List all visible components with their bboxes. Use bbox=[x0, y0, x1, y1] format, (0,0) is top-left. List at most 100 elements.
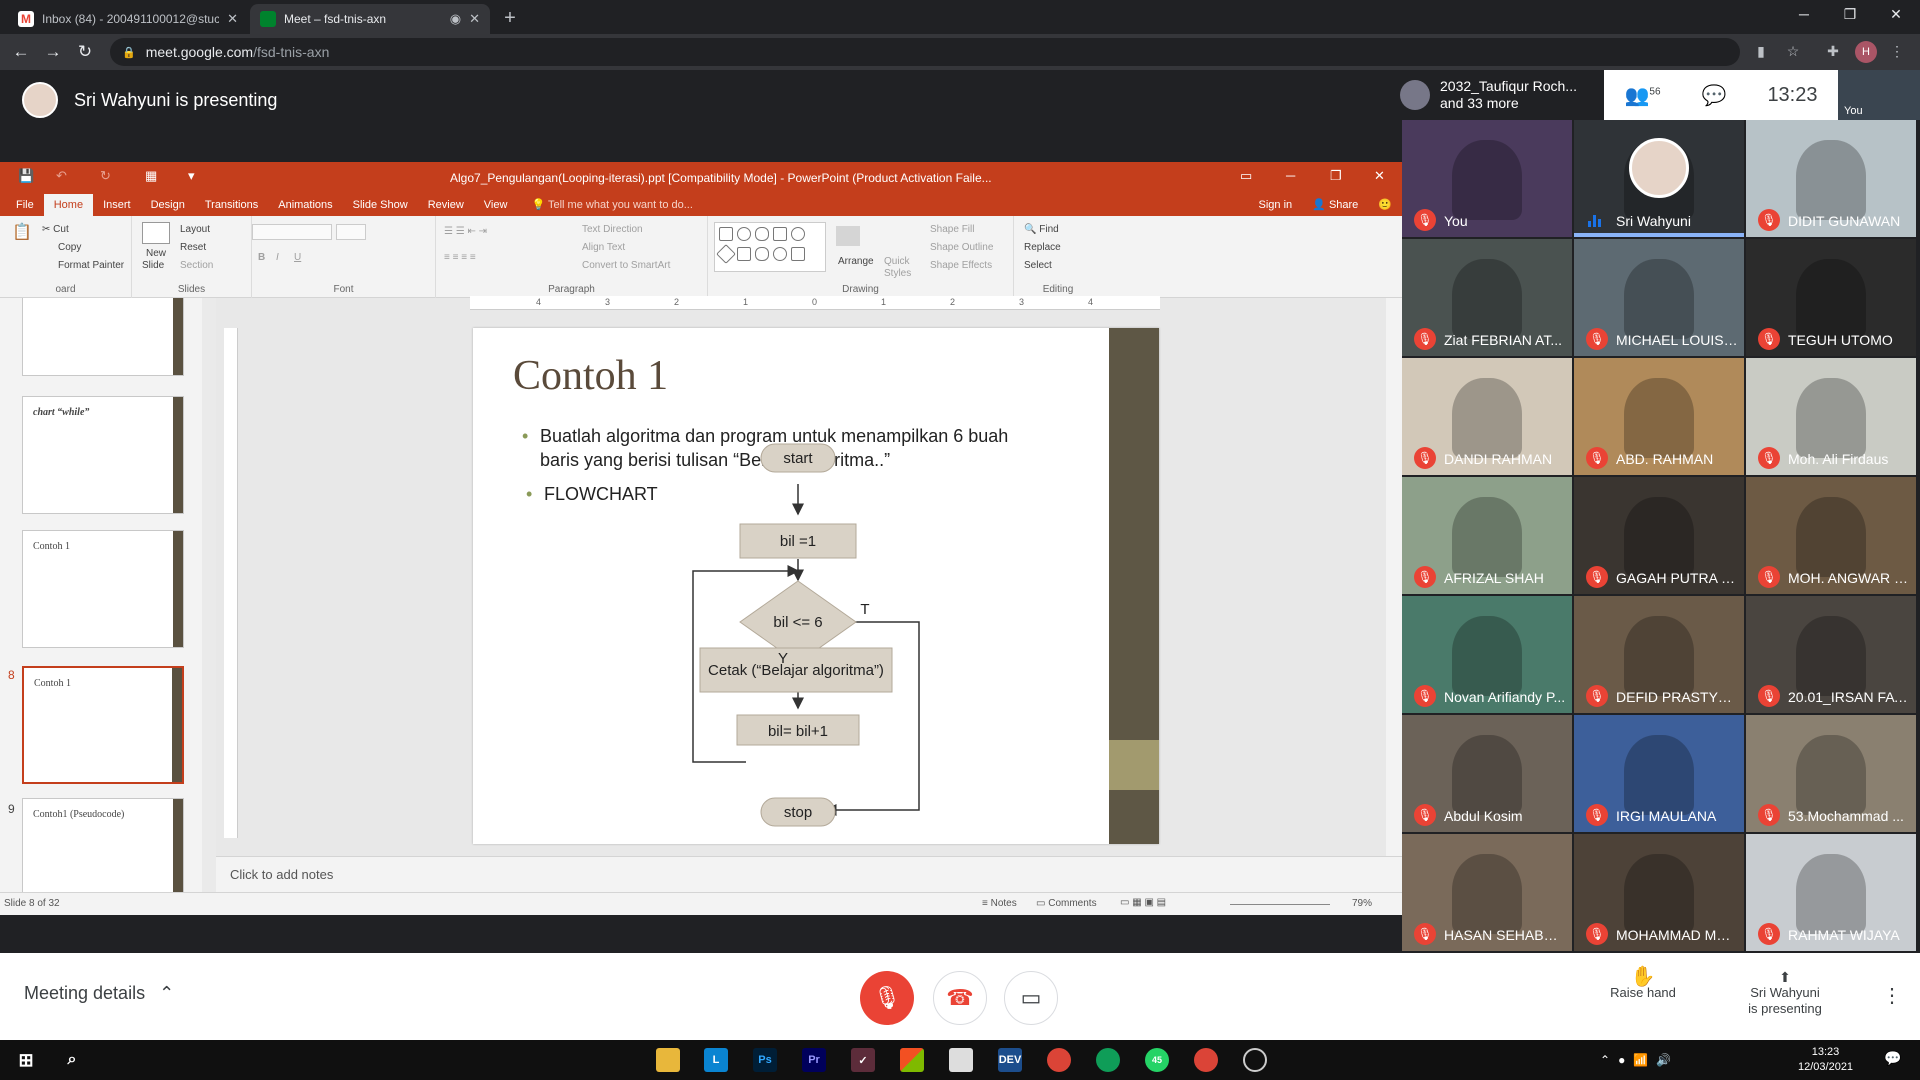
app-icon[interactable] bbox=[1243, 1048, 1267, 1072]
tab-design[interactable]: Design bbox=[141, 194, 195, 216]
participant-tile[interactable]: 🎙 RAHMAT WIJAYA bbox=[1746, 834, 1916, 951]
participant-tile[interactable]: 🎙 ABD. RAHMAN bbox=[1574, 358, 1744, 475]
maximize-button[interactable]: ❐ bbox=[1830, 6, 1870, 23]
slide-thumbnail-selected[interactable]: Contoh 1 bbox=[22, 666, 184, 784]
format-painter-button[interactable]: Format Painter bbox=[58, 260, 124, 271]
rounded-shape-icon[interactable] bbox=[755, 247, 769, 261]
slide-thumbnail[interactable]: Contoh1 (Pseudocode) bbox=[22, 798, 184, 892]
tab-meet[interactable]: Meet – fsd-tnis-axn ◉ ✕ bbox=[250, 4, 490, 34]
forward-icon[interactable]: → bbox=[42, 42, 64, 62]
slide-canvas[interactable]: Contoh 1 • Buatlah algoritma dan program… bbox=[473, 328, 1159, 844]
paste-icon[interactable]: 📋 bbox=[12, 222, 32, 242]
font-size-field[interactable] bbox=[336, 224, 366, 240]
participant-tile[interactable]: 🎙 53.Mochammad ... bbox=[1746, 715, 1916, 832]
search-icon[interactable]: ⌕ bbox=[60, 1048, 84, 1072]
leave-call-button[interactable]: ☎ bbox=[933, 971, 987, 1025]
tab-file[interactable]: File bbox=[6, 194, 44, 216]
ppt-restore-button[interactable]: ❐ bbox=[1330, 168, 1342, 184]
notification-icon[interactable]: 💬 bbox=[1884, 1050, 1901, 1067]
app-l-icon[interactable]: L bbox=[704, 1048, 728, 1072]
customize-icon[interactable]: ▾ bbox=[188, 168, 195, 184]
participant-tile[interactable]: 🎙 20.01_IRSAN FAT... bbox=[1746, 596, 1916, 713]
file-explorer-icon[interactable] bbox=[656, 1048, 680, 1072]
rect-shape-icon[interactable] bbox=[791, 247, 805, 261]
thumbnail-scrollbar[interactable] bbox=[202, 298, 216, 892]
people-button[interactable]: 👥56 bbox=[1625, 83, 1661, 108]
notes-pane[interactable]: Click to add notes bbox=[216, 856, 1402, 892]
participant-tile[interactable]: 🎙 MOH. ANGWAR R... bbox=[1746, 477, 1916, 594]
oval-shape-icon[interactable] bbox=[773, 247, 787, 261]
slide-thumbnail[interactable]: chart “while” bbox=[22, 396, 184, 514]
quick-styles-button[interactable]: Quick bbox=[884, 256, 910, 267]
raise-hand-button[interactable]: ✋ Raise hand bbox=[1598, 967, 1688, 1001]
self-preview[interactable]: You bbox=[1838, 70, 1920, 120]
chat-icon[interactable]: 💬 bbox=[1702, 83, 1727, 108]
photoshop-icon[interactable]: Ps bbox=[753, 1048, 777, 1072]
close-icon[interactable]: ✕ bbox=[469, 11, 480, 27]
slide-thumbnail[interactable]: Contoh 1 bbox=[22, 530, 184, 648]
participant-tile[interactable]: 🎙 Abdul Kosim bbox=[1402, 715, 1572, 832]
align-text-button[interactable]: Align Text bbox=[582, 242, 625, 253]
participant-tile[interactable]: 🎙 Novan Arifiandy P... bbox=[1402, 596, 1572, 713]
smiley-icon[interactable]: 🙂 bbox=[1368, 194, 1402, 216]
address-bar[interactable]: 🔒 meet.google.com/fsd-tnis-axn bbox=[110, 38, 1740, 66]
share-button[interactable]: 👤 Share bbox=[1302, 194, 1368, 216]
tell-me-box[interactable]: 💡 Tell me what you want to do... bbox=[517, 194, 692, 216]
chrome-icon[interactable] bbox=[1194, 1048, 1218, 1072]
app-icon[interactable]: ✓ bbox=[851, 1048, 875, 1072]
tab-transitions[interactable]: Transitions bbox=[195, 194, 268, 216]
participant-tile[interactable]: 🎙 You bbox=[1402, 120, 1572, 237]
shape-effects-button[interactable]: Shape Effects bbox=[930, 260, 992, 271]
select-button[interactable]: Select bbox=[1024, 260, 1052, 271]
participant-tile[interactable]: 🎙 MOHAMMAD MU... bbox=[1574, 834, 1744, 951]
wifi-icon[interactable]: 📶 bbox=[1633, 1053, 1648, 1067]
ppt-minimize-button[interactable]: ─ bbox=[1286, 168, 1295, 183]
replace-button[interactable]: Replace bbox=[1024, 242, 1061, 253]
participant-tile[interactable]: Sri Wahyuni bbox=[1574, 120, 1744, 237]
new-tab-button[interactable]: + bbox=[498, 7, 522, 30]
tab-home[interactable]: Home bbox=[43, 194, 94, 216]
ribbon-display-icon[interactable]: ▭ bbox=[1240, 168, 1252, 184]
close-window-button[interactable]: ✕ bbox=[1876, 6, 1916, 23]
new-slide-button[interactable]: New bbox=[146, 248, 166, 259]
tab-animations[interactable]: Animations bbox=[268, 194, 342, 216]
comments-toggle[interactable]: ▭ Comments bbox=[1036, 898, 1097, 909]
shapes-gallery[interactable] bbox=[714, 222, 826, 272]
participant-tile[interactable]: 🎙 MICHAEL LOUIS ... bbox=[1574, 239, 1744, 356]
participant-tile[interactable]: 🎙 GAGAH PUTRA P... bbox=[1574, 477, 1744, 594]
tray-icon[interactable]: ● bbox=[1618, 1053, 1625, 1067]
participant-tile[interactable]: 🎙 TEGUH UTOMO bbox=[1746, 239, 1916, 356]
store-icon[interactable] bbox=[900, 1048, 924, 1072]
view-buttons[interactable]: ▭ ▦ ▣ ▤ bbox=[1120, 897, 1166, 908]
menu-icon[interactable]: ⋮ bbox=[1886, 43, 1908, 60]
back-icon[interactable]: ← bbox=[10, 42, 32, 62]
whatsapp-icon[interactable]: 45 bbox=[1145, 1048, 1169, 1072]
cut-button[interactable]: ✂ Cut bbox=[42, 224, 69, 235]
participant-tile[interactable]: 🎙 DANDI RAHMAN bbox=[1402, 358, 1572, 475]
notes-toggle[interactable]: ≡ Notes bbox=[982, 898, 1017, 909]
rect-shape-icon[interactable] bbox=[737, 247, 751, 261]
star-icon[interactable]: ☆ bbox=[1782, 43, 1804, 60]
tab-insert[interactable]: Insert bbox=[93, 194, 141, 216]
tab-view[interactable]: View bbox=[474, 194, 518, 216]
participant-tile[interactable]: 🎙 AFRIZAL SHAH bbox=[1402, 477, 1572, 594]
reload-icon[interactable]: ↻ bbox=[74, 42, 96, 62]
chevron-up-icon[interactable]: ⌃ bbox=[1600, 1053, 1610, 1067]
rect-shape-icon[interactable] bbox=[719, 227, 733, 241]
tab-slide-show[interactable]: Slide Show bbox=[343, 194, 418, 216]
tab-review[interactable]: Review bbox=[418, 194, 474, 216]
participant-tile[interactable]: 🎙 DEFID PRASTYO ... bbox=[1574, 596, 1744, 713]
participant-tile[interactable]: 🎙 Moh. Ali Firdaus bbox=[1746, 358, 1916, 475]
present-icon[interactable]: ▦ bbox=[145, 168, 157, 184]
chrome-icon[interactable] bbox=[1047, 1048, 1071, 1072]
ppt-close-button[interactable]: ✕ bbox=[1374, 168, 1385, 184]
participant-tile[interactable]: 🎙 IRGI MAULANA bbox=[1574, 715, 1744, 832]
dev-icon[interactable]: DEV bbox=[998, 1048, 1022, 1072]
rounded-shape-icon[interactable] bbox=[755, 227, 769, 241]
redo-icon[interactable]: ↻ bbox=[100, 168, 111, 184]
reset-button[interactable]: Reset bbox=[180, 242, 206, 253]
font-name-field[interactable] bbox=[252, 224, 332, 240]
minimize-button[interactable]: ─ bbox=[1784, 6, 1824, 22]
underline-icon[interactable]: U bbox=[294, 252, 301, 263]
tray-clock[interactable]: 13:23 12/03/2021 bbox=[1798, 1045, 1853, 1075]
